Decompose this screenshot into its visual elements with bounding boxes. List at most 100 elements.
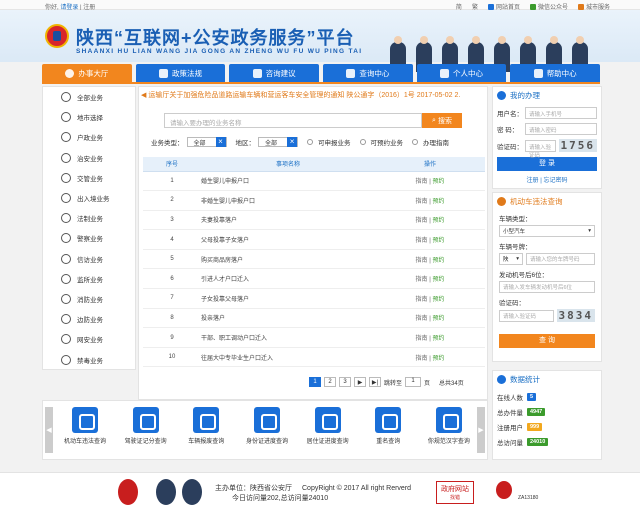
register-link[interactable]: 注册 (527, 178, 539, 184)
search-input[interactable]: 请输入要办理的业务名称 (164, 113, 422, 128)
top-bar: 你好, 请登录 | 注册 简 繁 网站首页 微信公众号 城市服务 (0, 0, 640, 11)
page-3[interactable]: 3 (339, 377, 351, 387)
search-button[interactable]: ⌕ 搜索 (422, 113, 462, 128)
violation-query-button[interactable]: 查 询 (499, 334, 595, 348)
captcha-input[interactable]: 请输入验证码 (525, 139, 556, 159)
sidebar-item[interactable]: 警察业务 (43, 228, 135, 248)
username-input[interactable]: 请输入手机号 (525, 107, 597, 119)
row-item-name[interactable]: 往届大中专毕业生户口迁入 (201, 347, 375, 368)
sidebar-item[interactable]: 地市选择 (43, 107, 135, 127)
plate-province-select[interactable]: 陕 ▾ (499, 253, 523, 265)
police-mascot-icon (156, 479, 176, 505)
guide-link[interactable]: 指南 (416, 258, 428, 264)
page-input[interactable]: 1 (405, 377, 422, 387)
shortcut-name[interactable]: 重名查询 (360, 407, 416, 445)
radio-bookable[interactable] (359, 139, 366, 145)
sidebar-item[interactable]: 交管业务 (43, 168, 135, 188)
sidebar-item[interactable]: 治安业务 (43, 148, 135, 168)
book-link[interactable]: 预约 (432, 297, 444, 303)
nav-consult[interactable]: 咨询建议 (229, 64, 320, 82)
next-arrow-icon[interactable]: ▶ (477, 407, 485, 453)
nav-query[interactable]: 查询中心 (323, 64, 413, 82)
prev-arrow-icon[interactable]: ◀ (45, 407, 53, 453)
sidebar-item[interactable]: 信访业务 (43, 249, 135, 269)
nav-hall[interactable]: 办事大厅 (42, 64, 132, 82)
row-item-name[interactable]: 引进人才户口迁入 (201, 268, 375, 290)
sidebar-item[interactable]: 边防业务 (43, 309, 135, 329)
shortcut-scrap[interactable]: 车辆报废查询 (178, 407, 234, 445)
violation-captcha-image[interactable]: 3834 (556, 309, 595, 322)
row-item-name[interactable]: 购买商品房落户 (201, 249, 375, 270)
sidebar-item[interactable]: 禁毒业务 (43, 349, 135, 369)
user-icon (440, 68, 450, 78)
guide-link[interactable]: 指南 (416, 218, 428, 224)
row-item-name[interactable]: 子女投靠父母落户 (201, 288, 375, 309)
row-item-name[interactable]: 夫妻投靠落户 (201, 210, 375, 231)
row-item-name[interactable]: 干部、职工调动户口迁入 (201, 327, 375, 348)
sidebar-item[interactable]: 全部业务 (43, 87, 135, 107)
main-nav: 办事大厅 政策法规 咨询建议 查询中心 个人中心 帮助中心 (42, 64, 601, 82)
radio-guide[interactable] (412, 139, 419, 145)
book-link[interactable]: 预约 (432, 277, 444, 283)
page-1[interactable]: 1 (309, 377, 321, 387)
book-link[interactable]: 预约 (432, 238, 444, 244)
book-link[interactable]: 预约 (432, 218, 444, 224)
filter-bar: 业务类型： 全部 × 地区： 全部 × 可申报业务 可预约业务 办理指南 (151, 137, 450, 147)
guide-link[interactable]: 指南 (416, 277, 428, 283)
shortcut-license-points[interactable]: 驾驶证记分查询 (118, 407, 174, 445)
notice-ticker[interactable]: 运输厅关于加强危险品道路运输车辆和营运客车安全管理的通知 陕公通字（2016）1… (141, 90, 486, 100)
next-page-button[interactable]: ▶ (354, 377, 366, 387)
book-link[interactable]: 预约 (432, 179, 444, 185)
area-select[interactable]: 全部 × (258, 137, 299, 147)
sidebar-item[interactable]: 法制业务 (43, 208, 135, 228)
forgot-password-link[interactable]: 忘记密码 (543, 178, 567, 184)
password-input[interactable]: 请输入密码 (525, 123, 597, 135)
row-item-name[interactable]: 父母投靠子女落户 (201, 229, 375, 250)
book-link[interactable]: 预约 (432, 336, 444, 342)
guide-link[interactable]: 指南 (416, 238, 428, 244)
shortcut-residence[interactable]: 居住证进度查询 (300, 407, 356, 445)
row-item-name[interactable]: 非婚生婴儿申报户口 (201, 190, 375, 211)
clear-icon[interactable]: × (287, 137, 298, 147)
row-item-name[interactable]: 婚生婴儿申报户口 (201, 171, 375, 192)
shortcut-hanzi[interactable]: 你规范汉字查询 (421, 407, 477, 445)
guide-link[interactable]: 指南 (416, 336, 428, 342)
nav-help[interactable]: 帮助中心 (510, 64, 601, 82)
row-item-name[interactable]: 投亲落户 (201, 308, 375, 329)
login-button[interactable]: 登 录 (497, 157, 597, 171)
vehicle-type-select[interactable]: 小型汽车 ▾ (499, 225, 595, 237)
book-link[interactable]: 预约 (432, 316, 444, 322)
nav-personal[interactable]: 个人中心 (416, 64, 507, 82)
last-page-button[interactable]: ▶| (369, 377, 381, 387)
nav-policy[interactable]: 政策法规 (135, 64, 226, 82)
book-link[interactable]: 预约 (432, 258, 444, 264)
shortcut-id-progress[interactable]: 身份证进度查询 (239, 407, 295, 445)
book-link[interactable]: 预约 (432, 356, 444, 362)
type-select[interactable]: 全部 × (186, 137, 227, 147)
engine-number-input[interactable]: 请输入发车辆发动机号后6位 (499, 281, 595, 293)
guide-link[interactable]: 指南 (416, 297, 428, 303)
clear-icon[interactable]: × (215, 137, 226, 147)
guide-link[interactable]: 指南 (416, 199, 428, 205)
book-link[interactable]: 预约 (432, 199, 444, 205)
sidebar-item[interactable]: 户政业务 (43, 127, 135, 147)
table-row: 9 干部、职工调动户口迁入 指南 | 预约 (143, 327, 485, 348)
gov-site-error-link[interactable]: 政府网站 找错 (436, 481, 474, 504)
radio-declarable[interactable] (307, 139, 314, 145)
police-badge-icon (118, 479, 138, 505)
guide-link[interactable]: 指南 (416, 179, 428, 185)
registration-id: ZA13180 (518, 495, 539, 501)
sidebar-item[interactable]: 网安业务 (43, 329, 135, 349)
page-2[interactable]: 2 (324, 377, 336, 387)
captcha-image[interactable]: 1756 (558, 139, 597, 152)
violation-captcha-input[interactable]: 请输入验证码 (499, 309, 554, 322)
grid-icon (61, 92, 71, 103)
table-row: 5 购买商品房落户 指南 | 预约 (143, 249, 485, 270)
guide-link[interactable]: 指南 (416, 316, 428, 322)
sidebar-item[interactable]: 消防业务 (43, 289, 135, 309)
plate-input[interactable]: 请输入您的车牌号码 (526, 253, 595, 265)
sidebar-item[interactable]: 监所业务 (43, 269, 135, 289)
sidebar-item[interactable]: 出入境业务 (43, 188, 135, 208)
shortcut-violation[interactable]: 机动车违法查询 (57, 407, 113, 445)
guide-link[interactable]: 指南 (416, 356, 428, 362)
